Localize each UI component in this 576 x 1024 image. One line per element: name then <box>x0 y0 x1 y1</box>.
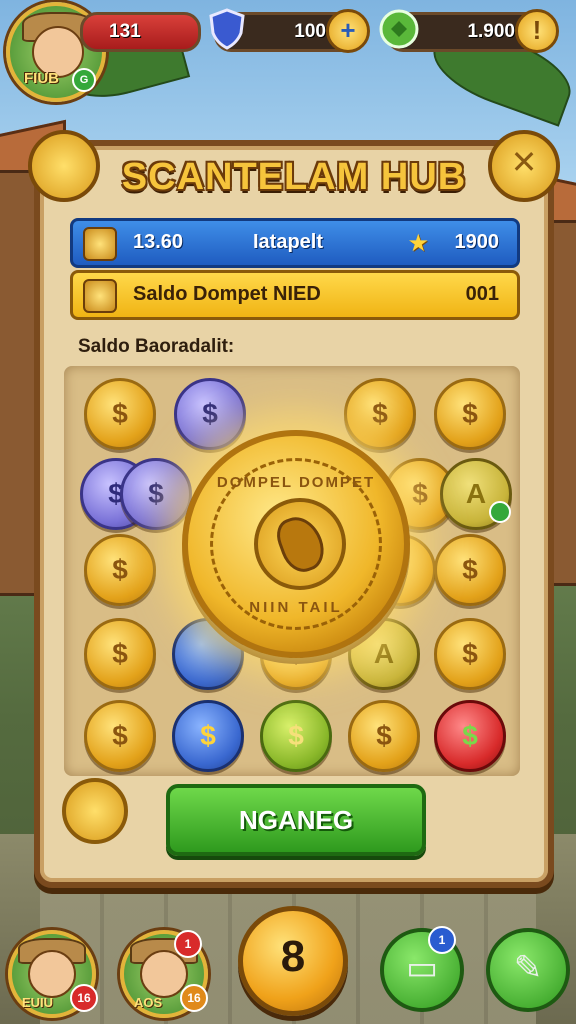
balance-left-value: 13.60 <box>133 231 184 253</box>
coin-token[interactable]: $ <box>84 700 156 772</box>
add-gem-button[interactable]: ! <box>515 9 559 53</box>
coin-token[interactable]: $ <box>434 618 506 690</box>
wallet-value: 001 <box>465 283 499 305</box>
nav-profile-button[interactable]: EUIU 16 <box>8 930 98 1018</box>
nav-main-button[interactable]: 8 <box>238 906 348 1016</box>
bonus-badge <box>489 501 511 523</box>
medal-icon[interactable] <box>62 778 128 844</box>
gem-counter: 1.900 ! <box>379 9 559 53</box>
coin-token[interactable]: $ <box>434 700 506 772</box>
coin-token[interactable]: $ <box>344 378 416 450</box>
coin-token[interactable]: $ <box>84 378 156 450</box>
coin-token[interactable]: $ <box>84 534 156 606</box>
star-icon: ★ <box>407 230 429 257</box>
balance-bar: 13.60 Iatapelt ★ 1900 <box>70 218 520 268</box>
nav-profile-label: EUIU <box>22 995 54 1010</box>
health-counter: 131 <box>80 12 201 52</box>
gem-value: 1.900 <box>467 21 515 42</box>
shield-counter: 100 + <box>209 8 370 53</box>
nav-settings-button[interactable]: ✎ <box>486 928 570 1012</box>
level-badge: G <box>72 68 96 92</box>
notification-badge: 16 <box>180 984 208 1012</box>
hourglass-icon: 8 <box>280 932 306 981</box>
wallet-bar: Saldo Dompet NIED 001 <box>70 270 520 320</box>
coin-token[interactable]: $ <box>172 700 244 772</box>
nav-inbox-button[interactable]: ▭ 1 <box>380 926 464 1012</box>
player-label: FIUB <box>24 70 59 87</box>
coin-token[interactable]: $ <box>84 618 156 690</box>
wallet-icon <box>83 279 117 313</box>
coin-ring-top-text: DOMPEL DOMPET <box>216 474 376 491</box>
wrench-icon: ✎ <box>513 949 543 987</box>
section-label: Saldo Baoradalit: <box>78 336 235 357</box>
panel-title: SCANTELAM HUB <box>121 156 467 198</box>
coin-emblem-icon <box>254 498 346 590</box>
bottom-nav: EUIU 16 AOS 16 1 8 ▭ 1 ✎ <box>0 906 576 1024</box>
coin-token[interactable]: $ <box>174 378 246 450</box>
wallet-label: Saldo Dompet NIED <box>133 283 321 305</box>
notification-badge: 1 <box>174 930 202 958</box>
main-panel: SCANTELAM HUB 13.60 Iatapelt ★ 1900 Sald… <box>28 130 560 888</box>
health-value: 131 <box>109 21 141 42</box>
coin-token[interactable]: $ <box>434 378 506 450</box>
coin-token[interactable]: A <box>440 458 512 530</box>
wallet-icon <box>83 227 117 261</box>
balance-right-value: 1900 <box>454 231 500 253</box>
coin-token[interactable]: $ <box>120 458 192 530</box>
shield-icon <box>209 8 245 50</box>
nav-friends-button[interactable]: AOS 16 1 <box>120 930 208 1018</box>
add-shield-button[interactable]: + <box>326 9 370 53</box>
coin-ring-bottom-text: NIIN TAIL <box>249 599 343 616</box>
balance-center-text: Iatapelt <box>253 231 324 253</box>
avatar-face <box>28 950 76 998</box>
notification-badge: 1 <box>428 926 456 954</box>
featured-coin[interactable]: DOMPEL DOMPET NIIN TAIL <box>182 430 410 658</box>
coin-token[interactable]: $ <box>260 700 332 772</box>
shield-value: 100 <box>294 21 326 42</box>
confirm-button[interactable]: NGANEG <box>166 784 426 856</box>
coin-token[interactable]: $ <box>348 700 420 772</box>
nav-friends-label: AOS <box>134 995 163 1010</box>
gem-icon <box>379 9 419 49</box>
coin-token[interactable]: $ <box>434 534 506 606</box>
notification-badge: 16 <box>70 984 98 1012</box>
